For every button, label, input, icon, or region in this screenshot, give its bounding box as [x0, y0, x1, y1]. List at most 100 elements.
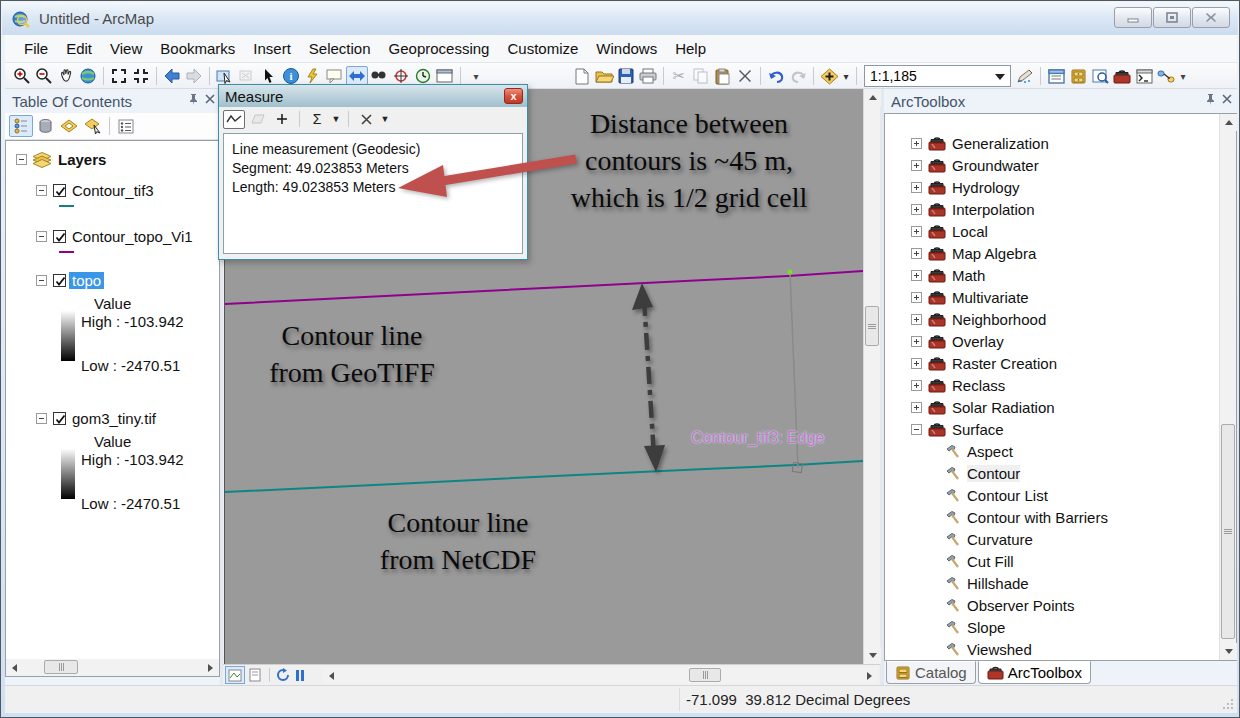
- expand-icon[interactable]: [911, 314, 922, 325]
- sum-dropdown-icon[interactable]: ▼: [330, 110, 342, 129]
- expand-icon[interactable]: [911, 402, 922, 413]
- toolbar-overflow-icon[interactable]: ▾: [1177, 66, 1189, 86]
- menu-item[interactable]: Geoprocessing: [380, 36, 499, 61]
- measure-close-button[interactable]: x: [504, 88, 523, 104]
- toolbox-row[interactable]: Multivariate: [911, 286, 1029, 308]
- menu-item[interactable]: Selection: [300, 36, 380, 61]
- arctoolbox-close-icon[interactable]: [1222, 94, 1232, 104]
- tool-label[interactable]: Slope: [967, 619, 1005, 636]
- measure-title-bar[interactable]: Measure x: [219, 85, 527, 107]
- expand-icon[interactable]: [911, 270, 922, 281]
- toolbox-label[interactable]: Solar Radiation: [952, 399, 1055, 416]
- toolbox-row[interactable]: Groundwater: [911, 154, 1039, 176]
- hyperlink-icon[interactable]: [302, 66, 324, 86]
- go-back-extent-icon[interactable]: [161, 66, 183, 86]
- toolbox-row[interactable]: Math: [911, 264, 985, 286]
- toolbox-label[interactable]: Surface: [952, 421, 1004, 438]
- tool-label[interactable]: Contour: [967, 465, 1020, 482]
- menu-item[interactable]: Customize: [498, 36, 587, 61]
- tab-arctoolbox[interactable]: ArcToolbox: [978, 661, 1091, 684]
- layer-label[interactable]: Contour_tif3: [72, 182, 154, 199]
- toolbox-label[interactable]: Math: [952, 267, 985, 284]
- refresh-view-icon[interactable]: [274, 665, 292, 685]
- tool-label[interactable]: Contour with Barriers: [967, 509, 1108, 526]
- toc-options-icon[interactable]: [114, 115, 138, 137]
- menu-item[interactable]: Insert: [244, 36, 300, 61]
- tool-row[interactable]: Curvature: [945, 528, 1033, 550]
- table-of-contents-icon[interactable]: [1045, 66, 1067, 86]
- collapse-icon[interactable]: [36, 413, 47, 424]
- fixed-zoom-in-icon[interactable]: [108, 66, 130, 86]
- tool-row[interactable]: Observer Points: [945, 594, 1075, 616]
- layer-row-contour-topo[interactable]: Contour_topo_Vi1: [36, 228, 193, 245]
- toolbox-label[interactable]: Interpolation: [952, 201, 1035, 218]
- layer-label[interactable]: Contour_topo_Vi1: [72, 228, 193, 245]
- full-extent-icon[interactable]: [77, 66, 99, 86]
- expand-icon[interactable]: [911, 138, 922, 149]
- expand-icon[interactable]: [911, 292, 922, 303]
- layers-group-row[interactable]: Layers: [16, 151, 106, 168]
- units-dropdown-icon[interactable]: ▼: [379, 110, 391, 129]
- copy-icon[interactable]: [690, 66, 712, 86]
- toolbox-row[interactable]: Reclass: [911, 374, 1005, 396]
- scale-dropdown-arrow[interactable]: [995, 74, 1005, 80]
- expand-icon[interactable]: [911, 380, 922, 391]
- menu-item[interactable]: Bookmarks: [151, 36, 244, 61]
- go-forward-extent-icon[interactable]: [183, 66, 205, 86]
- collapse-icon[interactable]: [911, 424, 922, 435]
- undo-icon[interactable]: [765, 66, 787, 86]
- toolbox-label[interactable]: Raster Creation: [952, 355, 1057, 372]
- resize-grip[interactable]: [1222, 698, 1234, 710]
- search-window-icon[interactable]: [1089, 66, 1111, 86]
- tool-label[interactable]: Observer Points: [967, 597, 1075, 614]
- toolbox-label[interactable]: Groundwater: [952, 157, 1039, 174]
- editor-toolbar-icon[interactable]: [1014, 66, 1036, 86]
- layer-label-selected[interactable]: topo: [69, 272, 104, 289]
- find-icon[interactable]: [368, 66, 390, 86]
- line-swatch-teal[interactable]: [59, 205, 74, 207]
- toolbox-label[interactable]: Map Algebra: [952, 245, 1036, 262]
- measure-units-tool[interactable]: [355, 110, 377, 129]
- python-window-icon[interactable]: [1133, 66, 1155, 86]
- pin-icon[interactable]: [1204, 93, 1215, 105]
- tool-row[interactable]: Hillshade: [945, 572, 1029, 594]
- layer-row-topo[interactable]: topo: [36, 272, 104, 289]
- toolbox-label[interactable]: Generalization: [952, 135, 1049, 152]
- expand-icon[interactable]: [911, 182, 922, 193]
- toolbox-label[interactable]: Local: [952, 223, 988, 240]
- measure-feature-tool[interactable]: [271, 110, 293, 129]
- tool-row[interactable]: Aspect: [945, 440, 1013, 462]
- tool-row[interactable]: Contour List: [945, 484, 1048, 506]
- html-popup-icon[interactable]: [324, 66, 346, 86]
- toolbox-row[interactable]: Map Algebra: [911, 242, 1036, 264]
- tool-row[interactable]: Cut Fill: [945, 550, 1014, 572]
- add-data-icon[interactable]: [818, 66, 840, 86]
- map-scale-combo[interactable]: 1:1,185: [864, 65, 1011, 87]
- tool-label[interactable]: Curvature: [967, 531, 1033, 548]
- measure-tool[interactable]: [346, 66, 368, 86]
- menu-item[interactable]: Edit: [57, 36, 101, 61]
- new-document-icon[interactable]: [571, 66, 593, 86]
- collapse-icon[interactable]: [36, 231, 47, 242]
- layer-checkbox[interactable]: [53, 274, 66, 287]
- tool-row[interactable]: Viewshed: [945, 638, 1032, 660]
- toc-close-icon[interactable]: [205, 94, 215, 104]
- toolbox-row[interactable]: Solar Radiation: [911, 396, 1055, 418]
- tab-catalog[interactable]: Catalog: [886, 661, 976, 684]
- toolbox-row-surface[interactable]: Surface: [911, 418, 1004, 440]
- fixed-zoom-out-icon[interactable]: [130, 66, 152, 86]
- layer-checkbox[interactable]: [53, 184, 66, 197]
- expand-icon[interactable]: [911, 248, 922, 259]
- toolbox-label[interactable]: Hydrology: [952, 179, 1020, 196]
- overflow-chevron-icon[interactable]: ▾: [465, 66, 487, 86]
- toolbox-row[interactable]: Hydrology: [911, 176, 1020, 198]
- tool-row[interactable]: Contour: [945, 462, 1020, 484]
- identify-icon[interactable]: i: [280, 66, 302, 86]
- list-by-drawing-order-icon[interactable]: [9, 115, 33, 137]
- select-features-icon[interactable]: [214, 66, 236, 86]
- measure-area-tool[interactable]: [247, 110, 269, 129]
- tool-label[interactable]: Viewshed: [967, 641, 1032, 658]
- clear-selection-icon[interactable]: [236, 66, 258, 86]
- toolbox-label[interactable]: Overlay: [952, 333, 1004, 350]
- time-slider-icon[interactable]: [412, 66, 434, 86]
